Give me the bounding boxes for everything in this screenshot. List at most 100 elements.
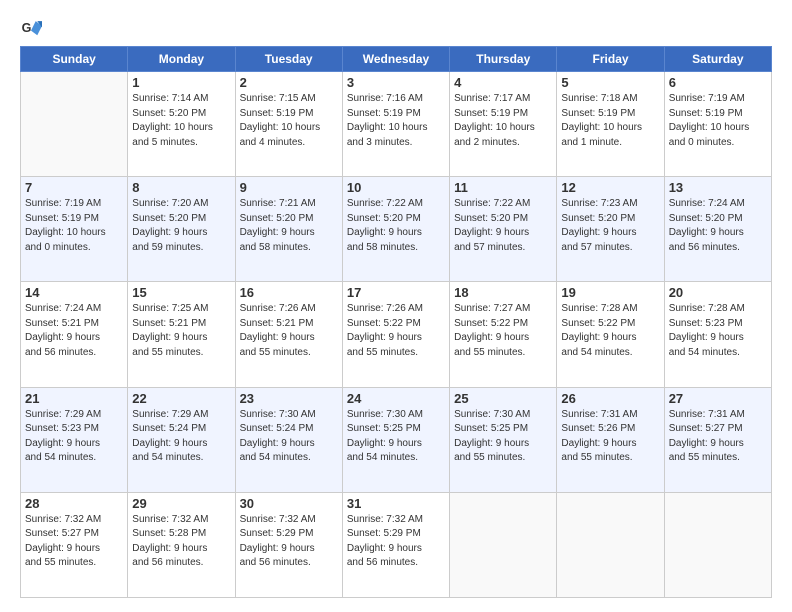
day-info: Sunrise: 7:30 AM Sunset: 5:25 PM Dayligh… (347, 408, 445, 466)
logo: G (20, 18, 46, 40)
day-info: Sunrise: 7:19 AM Sunset: 5:19 PM Dayligh… (669, 92, 767, 150)
day-number: 14 (25, 285, 123, 300)
calendar-day-19: 19 Sunrise: 7:28 AM Sunset: 5:22 PM Dayli… (557, 282, 664, 387)
calendar-day-15: 15 Sunrise: 7:25 AM Sunset: 5:21 PM Dayli… (128, 282, 235, 387)
day-number: 26 (561, 391, 659, 406)
day-number: 6 (669, 75, 767, 90)
calendar-day-30: 30 Sunrise: 7:32 AM Sunset: 5:29 PM Dayli… (235, 492, 342, 597)
day-number: 24 (347, 391, 445, 406)
day-number: 30 (240, 496, 338, 511)
day-header-friday: Friday (557, 47, 664, 72)
day-number: 22 (132, 391, 230, 406)
day-info: Sunrise: 7:28 AM Sunset: 5:23 PM Dayligh… (669, 302, 767, 360)
day-info: Sunrise: 7:32 AM Sunset: 5:27 PM Dayligh… (25, 513, 123, 571)
day-info: Sunrise: 7:29 AM Sunset: 5:23 PM Dayligh… (25, 408, 123, 466)
calendar-day-11: 11 Sunrise: 7:22 AM Sunset: 5:20 PM Dayli… (450, 177, 557, 282)
day-info: Sunrise: 7:27 AM Sunset: 5:22 PM Dayligh… (454, 302, 552, 360)
day-info: Sunrise: 7:19 AM Sunset: 5:19 PM Dayligh… (25, 197, 123, 255)
calendar-day-2: 2 Sunrise: 7:15 AM Sunset: 5:19 PM Daylig… (235, 72, 342, 177)
calendar-day-20: 20 Sunrise: 7:28 AM Sunset: 5:23 PM Dayli… (664, 282, 771, 387)
day-info: Sunrise: 7:17 AM Sunset: 5:19 PM Dayligh… (454, 92, 552, 150)
calendar-day-23: 23 Sunrise: 7:30 AM Sunset: 5:24 PM Dayli… (235, 387, 342, 492)
calendar-table: SundayMondayTuesdayWednesdayThursdayFrid… (20, 46, 772, 598)
day-info: Sunrise: 7:29 AM Sunset: 5:24 PM Dayligh… (132, 408, 230, 466)
calendar-day-29: 29Sunrise: 7:32 AM Sunset: 5:28 PM Dayli… (128, 492, 235, 597)
calendar-day-18: 18 Sunrise: 7:27 AM Sunset: 5:22 PM Dayli… (450, 282, 557, 387)
day-info: Sunrise: 7:20 AM Sunset: 5:20 PM Dayligh… (132, 197, 230, 255)
day-header-wednesday: Wednesday (342, 47, 449, 72)
day-number: 25 (454, 391, 552, 406)
day-info: Sunrise: 7:18 AM Sunset: 5:19 PM Dayligh… (561, 92, 659, 150)
calendar-week-row: 1 Sunrise: 7:14 AM Sunset: 5:20 PM Daylig… (21, 72, 772, 177)
day-info: Sunrise: 7:24 AM Sunset: 5:21 PM Dayligh… (25, 302, 123, 360)
day-info: Sunrise: 7:21 AM Sunset: 5:20 PM Dayligh… (240, 197, 338, 255)
day-number: 31 (347, 496, 445, 511)
day-info: Sunrise: 7:23 AM Sunset: 5:20 PM Dayligh… (561, 197, 659, 255)
day-number: 13 (669, 180, 767, 195)
day-number: 2 (240, 75, 338, 90)
header: G (20, 18, 772, 40)
day-number: 21 (25, 391, 123, 406)
day-info: Sunrise: 7:14 AM Sunset: 5:20 PM Dayligh… (132, 92, 230, 150)
calendar-day-empty (21, 72, 128, 177)
day-number: 27 (669, 391, 767, 406)
calendar-day-4: 4 Sunrise: 7:17 AM Sunset: 5:19 PM Daylig… (450, 72, 557, 177)
calendar-day-13: 13Sunrise: 7:24 AM Sunset: 5:20 PM Dayli… (664, 177, 771, 282)
calendar-day-26: 26 Sunrise: 7:31 AM Sunset: 5:26 PM Dayli… (557, 387, 664, 492)
calendar-day-16: 16 Sunrise: 7:26 AM Sunset: 5:21 PM Dayli… (235, 282, 342, 387)
day-number: 4 (454, 75, 552, 90)
calendar-day-14: 14 Sunrise: 7:24 AM Sunset: 5:21 PM Dayli… (21, 282, 128, 387)
calendar-day-7: 7 Sunrise: 7:19 AM Sunset: 5:19 PM Daylig… (21, 177, 128, 282)
day-number: 1 (132, 75, 230, 90)
calendar-day-9: 9 Sunrise: 7:21 AM Sunset: 5:20 PM Daylig… (235, 177, 342, 282)
day-number: 9 (240, 180, 338, 195)
day-info: Sunrise: 7:30 AM Sunset: 5:24 PM Dayligh… (240, 408, 338, 466)
calendar-week-row: 21 Sunrise: 7:29 AM Sunset: 5:23 PM Dayli… (21, 387, 772, 492)
day-number: 23 (240, 391, 338, 406)
calendar-day-10: 10Sunrise: 7:22 AM Sunset: 5:20 PM Dayli… (342, 177, 449, 282)
day-header-tuesday: Tuesday (235, 47, 342, 72)
day-info: Sunrise: 7:32 AM Sunset: 5:29 PM Dayligh… (240, 513, 338, 571)
day-info: Sunrise: 7:25 AM Sunset: 5:21 PM Dayligh… (132, 302, 230, 360)
day-number: 16 (240, 285, 338, 300)
day-info: Sunrise: 7:26 AM Sunset: 5:21 PM Dayligh… (240, 302, 338, 360)
day-info: Sunrise: 7:28 AM Sunset: 5:22 PM Dayligh… (561, 302, 659, 360)
day-info: Sunrise: 7:15 AM Sunset: 5:19 PM Dayligh… (240, 92, 338, 150)
day-number: 18 (454, 285, 552, 300)
calendar-day-5: 5 Sunrise: 7:18 AM Sunset: 5:19 PM Daylig… (557, 72, 664, 177)
day-number: 3 (347, 75, 445, 90)
calendar-day-12: 12 Sunrise: 7:23 AM Sunset: 5:20 PM Dayli… (557, 177, 664, 282)
day-info: Sunrise: 7:32 AM Sunset: 5:29 PM Dayligh… (347, 513, 445, 571)
day-header-saturday: Saturday (664, 47, 771, 72)
logo-icon: G (20, 18, 42, 40)
day-number: 11 (454, 180, 552, 195)
day-info: Sunrise: 7:22 AM Sunset: 5:20 PM Dayligh… (454, 197, 552, 255)
calendar-day-1: 1 Sunrise: 7:14 AM Sunset: 5:20 PM Daylig… (128, 72, 235, 177)
calendar-day-25: 25 Sunrise: 7:30 AM Sunset: 5:25 PM Dayli… (450, 387, 557, 492)
calendar-day-22: 22 Sunrise: 7:29 AM Sunset: 5:24 PM Dayli… (128, 387, 235, 492)
calendar-day-27: 27 Sunrise: 7:31 AM Sunset: 5:27 PM Dayli… (664, 387, 771, 492)
day-number: 29 (132, 496, 230, 511)
day-number: 19 (561, 285, 659, 300)
day-header-monday: Monday (128, 47, 235, 72)
day-number: 28 (25, 496, 123, 511)
calendar-day-empty (557, 492, 664, 597)
day-info: Sunrise: 7:31 AM Sunset: 5:26 PM Dayligh… (561, 408, 659, 466)
day-number: 7 (25, 180, 123, 195)
calendar-week-row: 7 Sunrise: 7:19 AM Sunset: 5:19 PM Daylig… (21, 177, 772, 282)
day-info: Sunrise: 7:31 AM Sunset: 5:27 PM Dayligh… (669, 408, 767, 466)
day-number: 12 (561, 180, 659, 195)
day-info: Sunrise: 7:16 AM Sunset: 5:19 PM Dayligh… (347, 92, 445, 150)
calendar-day-empty (664, 492, 771, 597)
day-number: 5 (561, 75, 659, 90)
day-info: Sunrise: 7:26 AM Sunset: 5:22 PM Dayligh… (347, 302, 445, 360)
day-number: 20 (669, 285, 767, 300)
day-number: 8 (132, 180, 230, 195)
calendar-day-21: 21 Sunrise: 7:29 AM Sunset: 5:23 PM Dayli… (21, 387, 128, 492)
calendar-day-empty (450, 492, 557, 597)
day-info: Sunrise: 7:30 AM Sunset: 5:25 PM Dayligh… (454, 408, 552, 466)
calendar-day-24: 24 Sunrise: 7:30 AM Sunset: 5:25 PM Dayli… (342, 387, 449, 492)
day-number: 15 (132, 285, 230, 300)
calendar-day-31: 31 Sunrise: 7:32 AM Sunset: 5:29 PM Dayli… (342, 492, 449, 597)
calendar-day-28: 28 Sunrise: 7:32 AM Sunset: 5:27 PM Dayli… (21, 492, 128, 597)
